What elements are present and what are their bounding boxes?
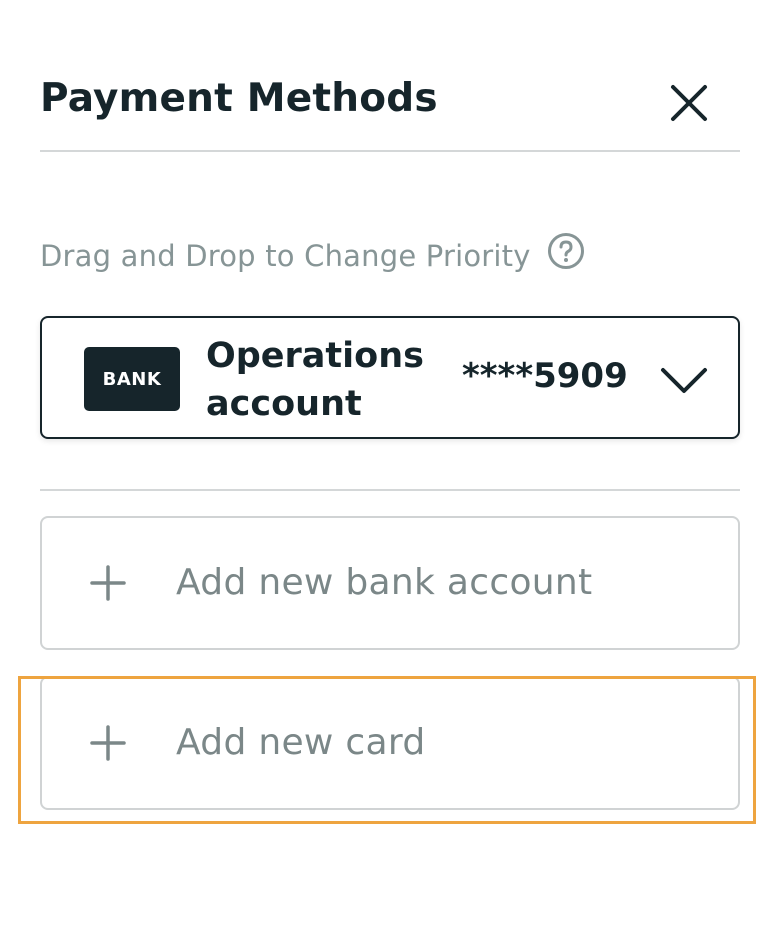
payment-method-item[interactable]: BANK Operations account ****5909	[40, 316, 740, 439]
add-bank-account-label: Add new bank account	[176, 562, 593, 603]
chevron-down-icon	[661, 368, 707, 393]
plus-icon	[90, 725, 126, 761]
priority-hint: Drag and Drop to Change Priority	[40, 232, 585, 278]
plus-icon	[90, 565, 126, 601]
section-divider	[40, 489, 740, 491]
account-name: Operations account	[206, 336, 424, 424]
expand-button[interactable]	[658, 364, 710, 396]
add-card-label: Add new card	[176, 722, 426, 763]
close-button[interactable]	[668, 82, 710, 124]
account-masked-number: ****5909	[462, 356, 628, 396]
panel-title: Payment Methods	[40, 76, 438, 121]
close-icon	[671, 85, 707, 121]
priority-hint-text: Drag and Drop to Change Priority	[40, 239, 531, 273]
payment-methods-panel: Payment Methods Drag and Drop to Change …	[0, 0, 772, 934]
header-divider	[40, 150, 740, 152]
add-card-button[interactable]: Add new card	[40, 676, 740, 810]
bank-logo: BANK	[84, 347, 180, 411]
add-bank-account-button[interactable]: Add new bank account	[40, 516, 740, 650]
panel-header: Payment Methods	[40, 72, 740, 132]
help-circle-icon[interactable]	[547, 232, 585, 270]
